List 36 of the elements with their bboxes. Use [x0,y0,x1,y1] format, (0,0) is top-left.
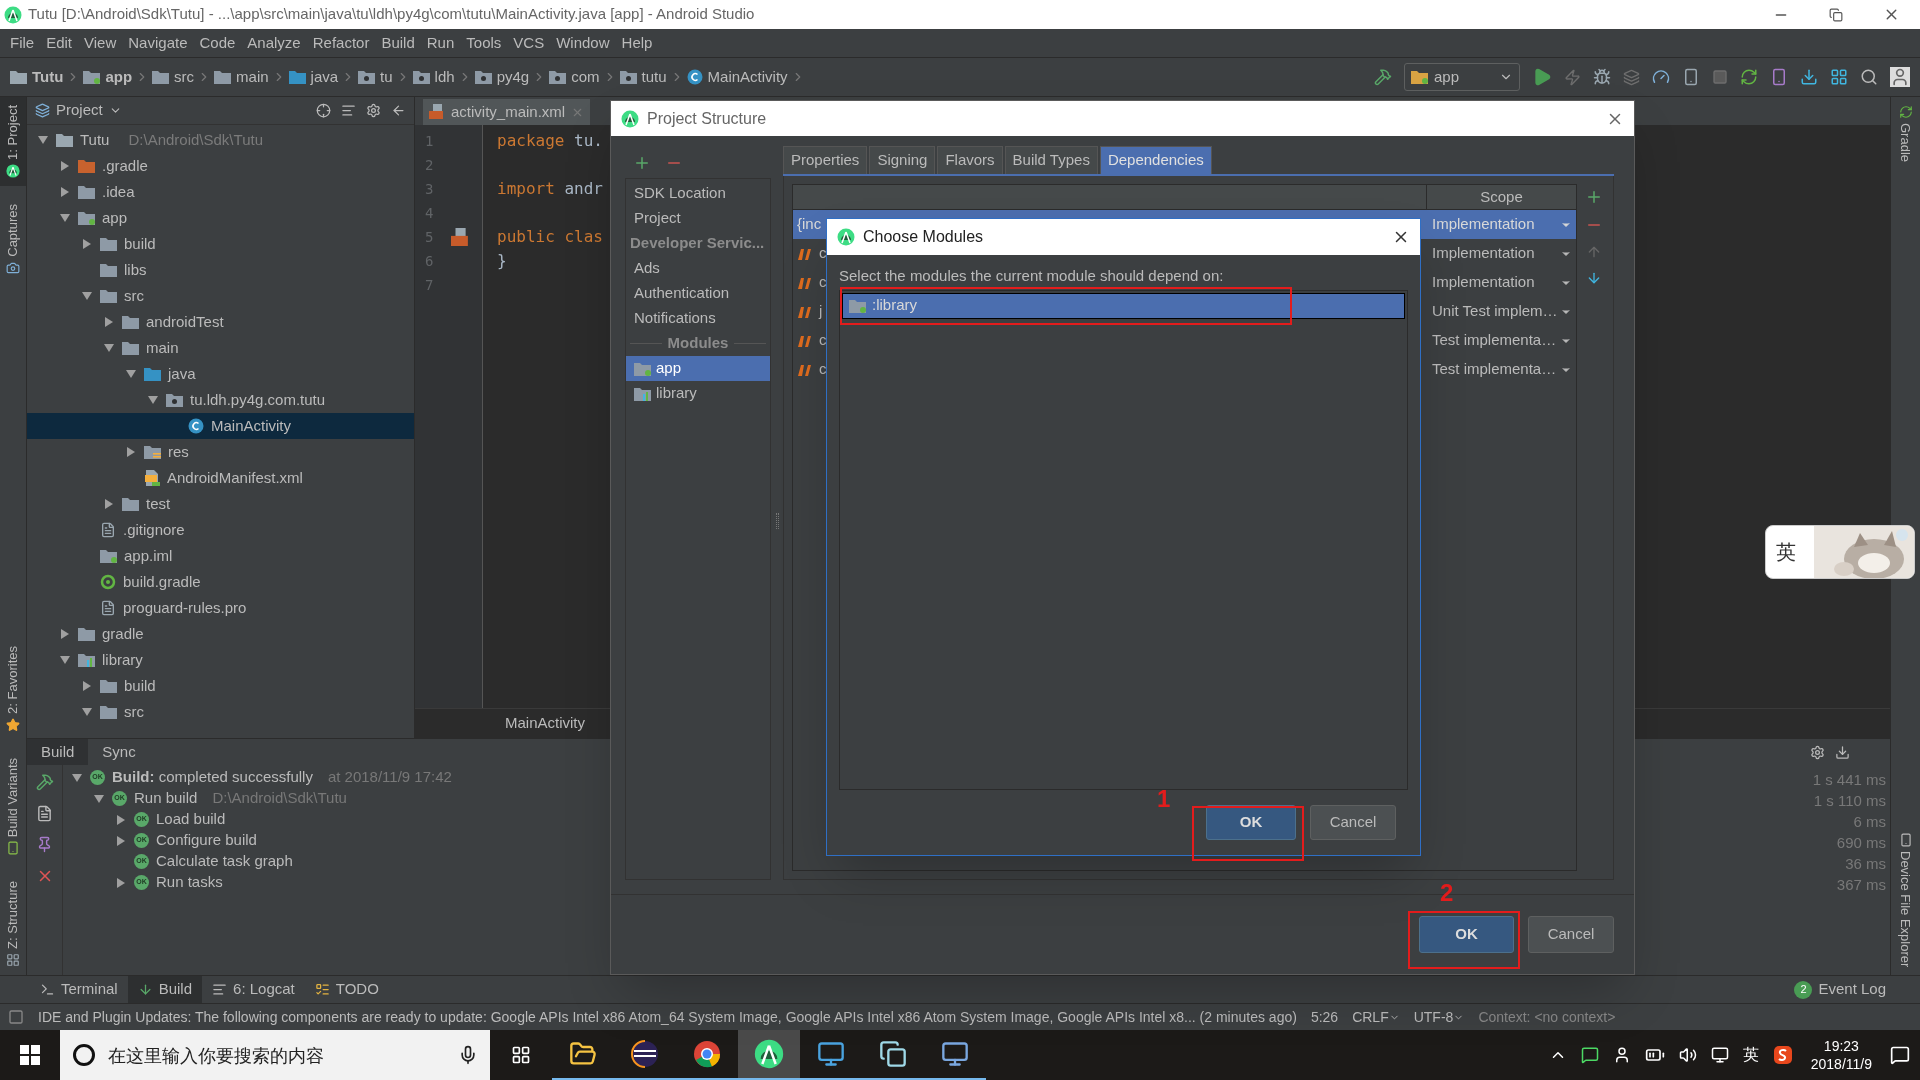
build-step-label: Configure build [156,830,257,851]
dependency-name: c [819,272,827,293]
annotation-number: 2 [1440,881,1454,905]
build-step-label: Calculate task graph [156,851,293,872]
build-step-detail: at 2018/11/9 17:42 [327,767,452,788]
duration-text: 6 ms [1853,812,1886,832]
build-step-label: Build: completed successfully [112,767,313,788]
duration-text: 1 s 110 ms [1813,791,1886,811]
input-mode-label: 英 [1775,539,1796,566]
build-step-detail: D:\Android\Sdk\Tutu [212,788,347,809]
dialog-prompt: Select the modules the current module should depend on: [839,266,1225,286]
duration-text: 690 ms [1836,833,1886,853]
duration-text: 367 ms [1836,875,1886,895]
build-step-label: Run tasks [156,872,223,893]
window-title: Tutu [D:\Android\Sdk\Tutu] - ...\app\src\main\java\tu\ldh\py4g\com\tutu\MainActivity.java [app] - Android Studio [28,4,755,25]
dependency-name: j [819,301,823,322]
dependency-name: c [819,243,827,264]
code-line: package tu. [497,130,603,152]
dialog-title: Project Structure [647,108,767,129]
build-step-label: Load build [156,809,226,830]
dependency-name: c [819,330,827,351]
code-line: } [497,250,507,272]
duration-text: 1 s 441 ms [1812,770,1886,790]
code-line: public clas [497,226,603,248]
annotation-number: 1 [1157,787,1171,811]
code-line: import andr [497,178,603,200]
dependency-name: c [819,359,827,380]
project-path: D:\Android\Sdk\Tutu [128,129,263,150]
dependency-name: {inc [797,214,822,235]
sidebar-section-title: Modules [667,333,729,354]
build-step-label: Run build [134,788,198,809]
sidebar-header: Developer Servic... [629,233,766,254]
dialog-title: Choose Modules [863,227,984,247]
notification-count: 2 [1794,980,1813,999]
duration-text: 36 ms [1845,854,1886,874]
context-label: Context: <no context> [1478,1007,1616,1027]
